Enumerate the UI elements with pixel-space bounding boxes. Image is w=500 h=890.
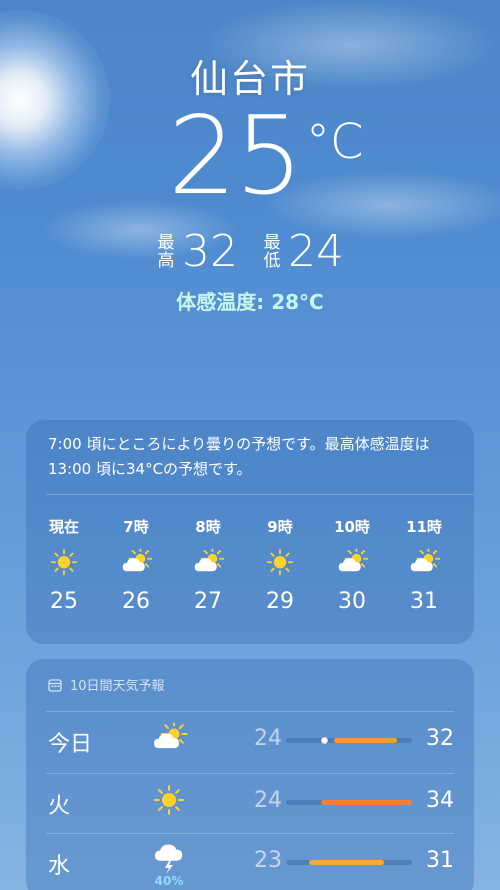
day-low-temp: 24 — [254, 788, 282, 813]
partly-cloudy-icon — [410, 546, 441, 572]
day-high-temp: 32 — [426, 726, 454, 751]
partly-cloudy-icon — [338, 546, 369, 572]
day-row[interactable]: 今日 24 32 — [26, 713, 474, 773]
high-value: 32 — [182, 226, 238, 277]
day-name: 今日 — [48, 732, 93, 757]
low-temp: 最低 24 — [262, 226, 345, 277]
hour-label: 11時 — [406, 518, 442, 536]
partly-cloudy-icon — [122, 546, 153, 572]
day-low-temp: 24 — [254, 726, 282, 751]
hour-icon-wrap — [335, 546, 369, 579]
hour-item: 11時 31 — [388, 516, 460, 614]
day-divider — [46, 833, 454, 834]
day-high-temp: 31 — [426, 848, 454, 873]
sun-icon — [154, 785, 184, 815]
day-high-temp: 34 — [426, 788, 454, 813]
day-row[interactable]: 水 23 31 40% — [26, 835, 474, 890]
feels-like: 体感温度: 28°C — [176, 290, 324, 314]
hour-label: 7時 — [123, 518, 149, 536]
hour-icon-wrap — [263, 549, 297, 579]
day-icon-wrap — [150, 841, 188, 875]
day-divider — [46, 711, 454, 712]
ten-day-title: 10日間天気予報 — [70, 679, 165, 694]
low-label: 最低 — [263, 233, 281, 271]
current-temperature: 25 °C — [0, 102, 500, 222]
temperature-value: 25 — [168, 94, 303, 219]
hour-label: 現在 — [48, 518, 79, 536]
high-label: 最高 — [157, 233, 175, 271]
hour-icon-wrap — [191, 546, 225, 579]
high-low: 最高 32 最低 24 — [0, 228, 500, 278]
hour-label: 10時 — [334, 518, 370, 536]
divider — [46, 494, 474, 495]
hour-item: 9時 29 — [244, 516, 316, 614]
temperature-unit: °C — [306, 114, 364, 170]
high-temp: 最高 32 — [156, 226, 239, 277]
temperature-range-fill — [308, 860, 385, 865]
partly-cloudy-icon — [194, 546, 225, 572]
hour-icon-wrap — [407, 546, 441, 579]
ten-day-header: 10日間天気予報 — [48, 675, 165, 694]
sun-icon — [266, 549, 294, 576]
day-name: 火 — [48, 794, 71, 819]
ten-day-forecast-card[interactable]: 10日間天気予報 今日 24 32 火 24 34 水 23 31 40% — [26, 659, 474, 890]
hour-item: 8時 27 — [172, 516, 244, 614]
hour-item: 10時 30 — [316, 516, 388, 614]
hour-temp: 31 — [410, 589, 438, 614]
hour-icon-wrap — [47, 549, 81, 579]
temperature-range-bar — [286, 800, 412, 805]
hourly-forecast-card[interactable]: 7:00 頃にところにより曇りの予想です。最高体感温度は13:00 頃に34°C… — [26, 420, 474, 644]
forecast-summary: 7:00 頃にところにより曇りの予想です。最高体感温度は13:00 頃に34°C… — [48, 435, 430, 478]
hour-label: 8時 — [195, 518, 221, 536]
thunderstorm-icon — [155, 844, 183, 874]
temperature-range-fill — [333, 738, 397, 743]
temperature-range-bar — [286, 737, 412, 744]
hour-temp: 26 — [122, 589, 150, 614]
day-divider — [46, 773, 454, 774]
current-temp-dot — [320, 737, 328, 744]
low-value: 24 — [288, 226, 344, 277]
day-row[interactable]: 火 24 34 — [26, 775, 474, 835]
day-icon-wrap — [150, 785, 188, 819]
hour-temp: 29 — [266, 589, 294, 614]
day-name: 水 — [48, 854, 71, 879]
hour-temp: 27 — [194, 589, 222, 614]
hour-item: 現在 25 — [28, 516, 100, 614]
day-icon-wrap — [150, 720, 188, 757]
sun-icon — [50, 549, 78, 576]
calendar-icon — [48, 678, 62, 692]
hour-label: 9時 — [267, 518, 293, 536]
precipitation-chance: 40% — [154, 874, 184, 888]
partly-cloudy-icon — [154, 720, 188, 749]
hour-temp: 30 — [338, 589, 366, 614]
day-low-temp: 23 — [254, 848, 282, 873]
hour-item: 7時 26 — [100, 516, 172, 614]
hourly-list[interactable]: 現在 25 7時 26 8時 27 9時 29 10時 30 11時 31 — [26, 516, 474, 636]
temperature-range-fill — [321, 800, 412, 805]
temperature-range-bar — [286, 860, 412, 865]
hour-temp: 25 — [50, 589, 78, 614]
hour-icon-wrap — [119, 546, 153, 579]
